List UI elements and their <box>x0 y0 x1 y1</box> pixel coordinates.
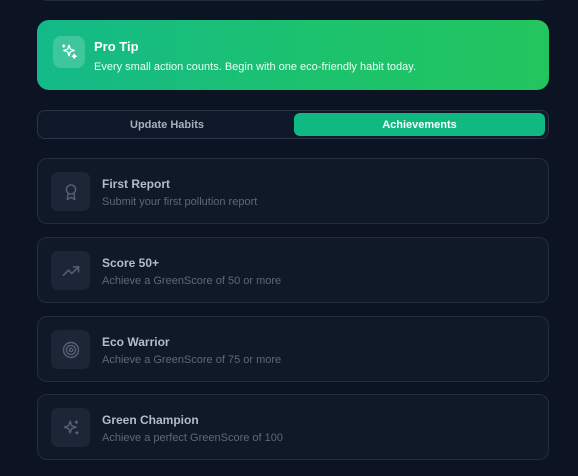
achievement-title: Green Champion <box>102 413 199 427</box>
achievement-description: Achieve a GreenScore of 50 or more <box>102 275 282 287</box>
achievement-card-first-report: First Report Submit your first pollution… <box>37 158 549 224</box>
tab-update-habits[interactable]: Update Habits <box>41 113 293 136</box>
pro-tip-description: Every small action counts. Begin with on… <box>94 61 417 73</box>
achievement-description: Achieve a GreenScore of 75 or more <box>102 354 282 366</box>
sparkles-icon <box>53 36 85 68</box>
pro-tip-title: Pro Tip <box>94 39 139 54</box>
achievement-card-score-50: Score 50+ Achieve a GreenScore of 50 or … <box>37 237 549 303</box>
achievement-card-green-champion: Green Champion Achieve a perfect GreenSc… <box>37 394 549 460</box>
achievement-description: Achieve a perfect GreenScore of 100 <box>102 432 283 444</box>
pro-tip-banner: Pro Tip Every small action counts. Begin… <box>37 20 549 90</box>
achievement-description: Submit your first pollution report <box>102 196 258 208</box>
achievement-title: First Report <box>102 177 171 191</box>
tab-achievements[interactable]: Achievements <box>294 113 545 136</box>
target-icon <box>51 330 90 369</box>
previous-card-edge <box>37 0 550 1</box>
award-icon <box>51 172 90 211</box>
achievement-title: Score 50+ <box>102 256 160 270</box>
achievement-card-eco-warrior: Eco Warrior Achieve a GreenScore of 75 o… <box>37 316 549 382</box>
achievement-title: Eco Warrior <box>102 335 170 349</box>
sparkles-icon <box>51 408 90 447</box>
trending-up-icon <box>51 251 90 290</box>
tab-bar: Update Habits Achievements <box>37 110 549 139</box>
